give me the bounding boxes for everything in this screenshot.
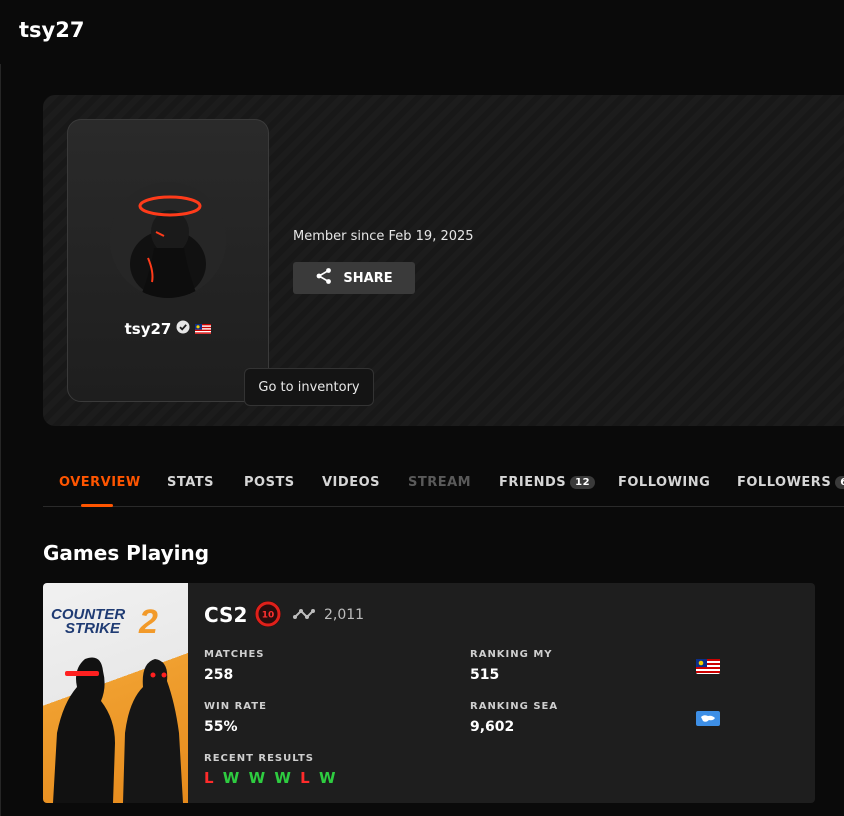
share-label: SHARE — [343, 270, 393, 286]
tab-posts[interactable]: POSTS — [244, 475, 295, 490]
tab-overview[interactable]: OVERVIEW — [59, 475, 141, 490]
elo-icon — [293, 609, 315, 619]
matches-label: MATCHES — [204, 649, 265, 660]
result-item: W — [222, 769, 242, 787]
tab-label: STREAM — [408, 475, 472, 490]
malaysia-flag-icon — [195, 319, 212, 338]
win-rate-label: WIN RATE — [204, 701, 267, 712]
sea-flag-icon — [696, 711, 720, 726]
share-button[interactable]: SHARE — [293, 262, 415, 294]
tab-following[interactable]: FOLLOWING — [618, 475, 710, 490]
verified-icon — [176, 319, 190, 338]
tab-label: POSTS — [244, 475, 295, 490]
elo-value: 2,011 — [324, 607, 365, 623]
profile-tabs: OVERVIEW STATS POSTS VIDEOS STREAM FRIEN… — [43, 462, 844, 507]
tab-stream[interactable]: STREAM — [408, 475, 471, 490]
games-playing-title: Games Playing — [43, 541, 210, 565]
ranking-sea-label: RANKING SEA — [470, 701, 559, 712]
level-value: 10 — [262, 611, 275, 621]
active-tab-indicator — [81, 504, 113, 507]
game-name: CS2 — [204, 603, 248, 627]
ranking-sea-value: 9,602 — [470, 719, 515, 735]
tab-label: STATS — [167, 475, 215, 490]
cover-text-2: STRIKE — [65, 620, 121, 637]
result-item: L — [300, 769, 312, 787]
left-divider — [0, 64, 1, 816]
followers-count-badge: 6 — [835, 476, 844, 489]
result-item: W — [274, 769, 293, 787]
ranking-my-label: RANKING MY — [470, 649, 553, 660]
tab-followers[interactable]: FOLLOWERS6 — [737, 475, 844, 490]
profile-card[interactable]: tsy27 — [67, 119, 269, 402]
cover-text-3: 2 — [138, 603, 158, 641]
tab-label: FOLLOWERS — [737, 475, 832, 490]
tab-label: VIDEOS — [322, 475, 380, 490]
result-item: W — [248, 769, 268, 787]
level-10-icon: 10 — [255, 601, 281, 627]
tab-videos[interactable]: VIDEOS — [322, 475, 380, 490]
tab-friends[interactable]: FRIENDS 12 — [499, 475, 596, 490]
win-rate-value: 55% — [204, 719, 238, 735]
malaysia-flag-icon — [696, 659, 720, 674]
ranking-my-value: 515 — [470, 667, 500, 683]
share-icon — [315, 267, 333, 289]
matches-value: 258 — [204, 667, 234, 683]
member-since: Member since Feb 19, 2025 — [293, 229, 474, 244]
tooltip-label: Go to inventory — [258, 379, 360, 395]
recent-results-label: RECENT RESULTS — [204, 753, 314, 764]
tab-label: FRIENDS — [499, 475, 567, 490]
username: tsy27 — [124, 319, 172, 338]
game-cover: COUNTER STRIKE 2 — [43, 583, 188, 803]
tab-label: FOLLOWING — [618, 475, 711, 490]
result-item: W — [318, 769, 338, 787]
tab-stats[interactable]: STATS — [167, 475, 214, 490]
recent-results: L W W W L W — [204, 769, 337, 787]
page-title: tsy27 — [19, 18, 85, 42]
friends-count-badge: 12 — [570, 476, 596, 489]
tab-label: OVERVIEW — [59, 475, 141, 490]
game-card-cs2[interactable]: COUNTER STRIKE 2 CS2 10 2,011 MATCHES 25… — [43, 583, 815, 803]
avatar — [110, 182, 226, 298]
result-item: L — [204, 769, 216, 787]
go-to-inventory-tooltip[interactable]: Go to inventory — [244, 368, 374, 406]
username-row: tsy27 — [68, 319, 268, 338]
